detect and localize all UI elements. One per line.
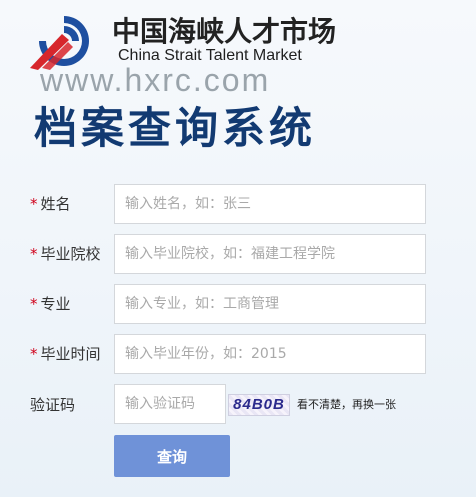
- name-label: * 姓名: [30, 184, 71, 224]
- grad-time-label-text: 毕业时间: [40, 345, 101, 363]
- grad-time-input[interactable]: [114, 334, 426, 374]
- name-label-text: 姓名: [40, 195, 71, 213]
- school-label-text: 毕业院校: [40, 245, 101, 263]
- required-mark: *: [30, 195, 38, 213]
- system-title: 档案查询系统: [34, 104, 316, 154]
- grad-time-label: * 毕业时间: [30, 334, 101, 374]
- required-mark: *: [30, 295, 38, 313]
- major-label: * 专业: [30, 284, 71, 324]
- school-label: * 毕业院校: [30, 234, 101, 274]
- required-mark: *: [30, 245, 38, 263]
- captcha-image[interactable]: 84B0B: [228, 394, 290, 416]
- required-mark: *: [30, 345, 38, 363]
- captcha-label: 验证码: [30, 385, 75, 425]
- name-input[interactable]: [114, 184, 426, 224]
- captcha-refresh-link[interactable]: 看不清楚，再换一张: [297, 396, 396, 412]
- major-input[interactable]: [114, 284, 426, 324]
- captcha-input[interactable]: [114, 384, 226, 424]
- captcha-label-text: 验证码: [30, 396, 76, 414]
- brand-chinese-name: 中国海峡人才市场: [112, 15, 337, 48]
- school-input[interactable]: [114, 234, 426, 274]
- major-label-text: 专业: [40, 295, 71, 313]
- query-button[interactable]: 查询: [114, 435, 230, 477]
